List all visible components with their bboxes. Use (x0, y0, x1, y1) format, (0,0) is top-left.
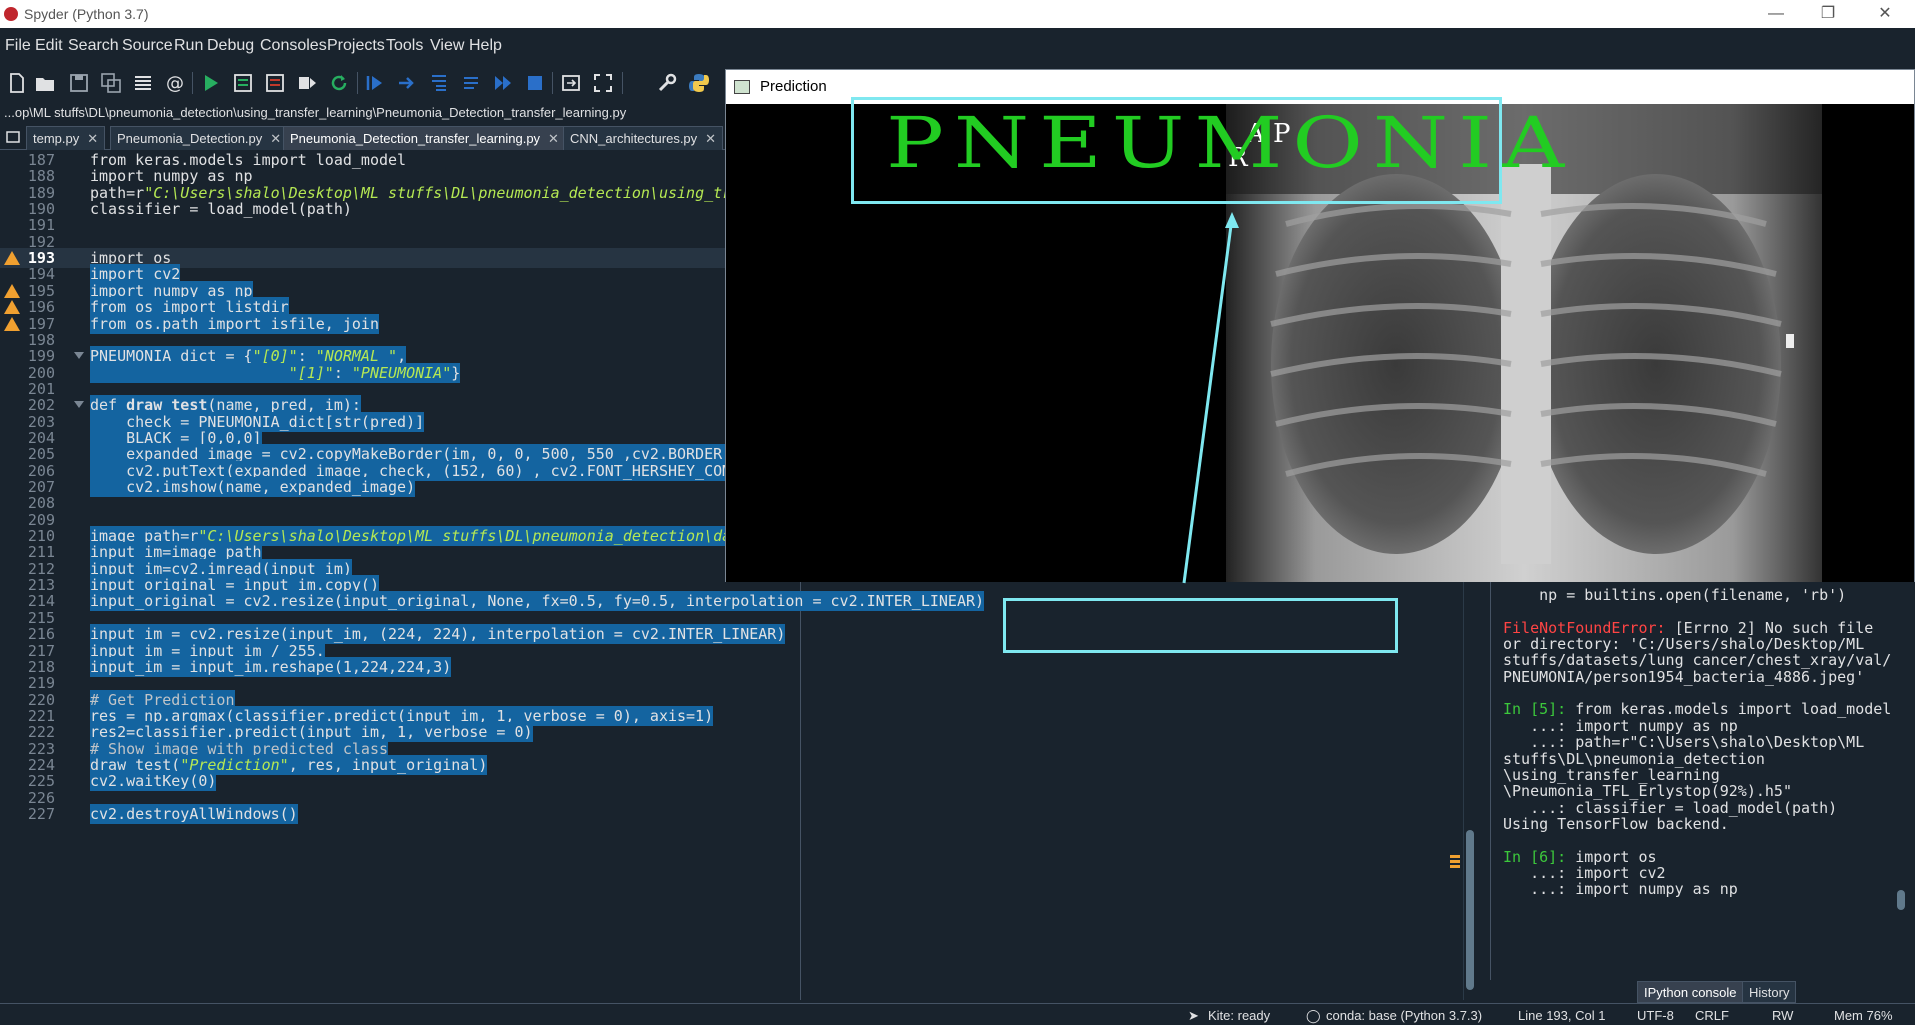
menu-search[interactable]: Search (68, 37, 119, 55)
maximize-pane-icon[interactable] (560, 72, 582, 94)
step-icon[interactable] (396, 72, 418, 94)
tab-label: Pneumonia_Detection.py (117, 131, 263, 146)
window-title: Spyder (Python 3.7) (24, 6, 149, 22)
fold-arrow-icon[interactable] (74, 401, 84, 409)
window-titlebar: Spyder (Python 3.7) — ❐ ✕ (0, 0, 1915, 28)
console-text: np = builtins.open(filename, 'rb') (1503, 586, 1847, 604)
ipython-console[interactable]: np = builtins.open(filename, 'rb') FileNo… (1490, 580, 1915, 980)
annotation-box-label (851, 97, 1502, 204)
tab-history[interactable]: History (1742, 981, 1797, 1003)
code-line[interactable]: 227 cv2.destroyAllWindows() (0, 804, 1460, 824)
run-cell-advance-icon[interactable] (264, 72, 286, 94)
editor-tab-bar: temp.py ✕ Pneumonia_Detection.py ✕ Pneumon… (0, 124, 725, 150)
file-encoding: UTF-8 (1637, 1008, 1674, 1023)
fullscreen-icon[interactable] (592, 72, 614, 94)
prediction-window-title: Prediction (760, 78, 827, 95)
toolbar-separator (552, 72, 553, 94)
tab-label: temp.py (33, 131, 80, 146)
code-token: cv2.destroyAllWindows() (90, 805, 298, 823)
annotation-box-filename (1003, 598, 1398, 653)
restore-icon[interactable]: ❐ (1805, 2, 1851, 26)
file-permissions: RW (1772, 1008, 1794, 1023)
toolbar-separator (622, 72, 623, 94)
menu-tools[interactable]: Tools (386, 37, 423, 55)
minimize-icon[interactable]: — (1753, 2, 1799, 26)
menu-bar: File Edit Search Source Run Debug Consol… (0, 28, 1915, 64)
status-bar: ➤ Kite: ready ◯ conda: base (Python 3.7.… (0, 1003, 1915, 1025)
menu-projects[interactable]: Projects (327, 37, 385, 55)
svg-text:@: @ (166, 73, 184, 94)
save-all-icon[interactable] (100, 72, 122, 94)
open-file-icon[interactable] (34, 72, 56, 94)
menu-file[interactable]: File (5, 37, 31, 55)
tab-ipython-console[interactable]: IPython console (1637, 981, 1744, 1003)
preferences-wrench-icon[interactable] (656, 72, 678, 94)
memory-usage: Mem 76% (1834, 1008, 1893, 1023)
console-line: PNEUMONIA/person1954_bacteria_4886.jpeg' (1503, 667, 1864, 687)
conda-icon: ◯ (1306, 1008, 1321, 1023)
stop-debug-icon[interactable] (524, 72, 546, 94)
at-icon[interactable]: @ (164, 72, 186, 94)
new-file-icon[interactable] (6, 72, 28, 94)
toolbar-separator (357, 72, 358, 94)
close-tab-icon[interactable]: ✕ (270, 131, 281, 146)
scrollbar-warning-marks (1450, 855, 1460, 870)
step-return-icon[interactable] (460, 72, 482, 94)
window-icon (734, 80, 750, 94)
console-scrollbar[interactable] (1895, 580, 1907, 980)
line-endings: CRLF (1695, 1008, 1729, 1023)
console-text: PNEUMONIA/person1954_bacteria_4886.jpeg' (1503, 667, 1865, 686)
console-line: Using TensorFlow backend. (1503, 814, 1729, 834)
close-icon[interactable]: ✕ (1862, 2, 1908, 26)
list-icon[interactable] (132, 72, 154, 94)
browse-tabs-icon[interactable] (6, 131, 20, 143)
tab-pneumonia-detection[interactable]: Pneumonia_Detection.py ✕ (110, 126, 289, 150)
conda-env: conda: base (Python 3.7.3) (1326, 1008, 1483, 1023)
menu-help[interactable]: Help (469, 37, 502, 55)
close-tab-icon[interactable]: ✕ (705, 131, 716, 146)
tab-pneumonia-detection-transfer-learning[interactable]: Pneumonia_Detection_transfer_learning.py… (283, 126, 566, 150)
scrollbar-thumb[interactable] (1897, 890, 1905, 910)
console-line: np = builtins.open(filename, 'rb') (1503, 585, 1846, 605)
tab-cnn-architectures[interactable]: CNN_architectures.py ✕ (563, 126, 724, 150)
close-tab-icon[interactable]: ✕ (87, 131, 98, 146)
close-tab-icon[interactable]: ✕ (548, 131, 559, 146)
run-selection-icon[interactable] (296, 72, 318, 94)
python-path-icon[interactable] (688, 72, 710, 94)
save-icon[interactable] (68, 72, 90, 94)
cursor-position: Line 193, Col 1 (1518, 1008, 1606, 1023)
kite-status: Kite: ready (1208, 1008, 1271, 1023)
toolbar-separator (192, 72, 193, 94)
menu-run[interactable]: Run (174, 37, 203, 55)
menu-source[interactable]: Source (122, 37, 173, 55)
rerun-icon[interactable] (328, 72, 350, 94)
scrollbar-thumb[interactable] (1466, 830, 1474, 990)
debug-icon[interactable] (364, 72, 386, 94)
run-cell-icon[interactable] (232, 72, 254, 94)
menu-view[interactable]: View (430, 37, 464, 55)
menu-edit[interactable]: Edit (35, 37, 63, 55)
console-text: ...: import numpy as np (1503, 880, 1738, 899)
kite-status-icon: ➤ (1188, 1008, 1199, 1023)
tab-label: Pneumonia_Detection_transfer_learning.py (290, 131, 541, 146)
menu-consoles[interactable]: Consoles (260, 37, 327, 55)
line-number: 227 (27, 805, 55, 823)
continue-icon[interactable] (492, 72, 514, 94)
tab-temp[interactable]: temp.py ✕ (26, 126, 106, 150)
menu-debug[interactable]: Debug (207, 37, 254, 55)
console-text: Using TensorFlow backend. (1503, 814, 1729, 833)
fold-arrow-icon[interactable] (74, 352, 84, 360)
step-into-icon[interactable] (428, 72, 450, 94)
code-text: cv2.destroyAllWindows() (90, 804, 298, 824)
spyder-icon (4, 7, 18, 21)
tab-label: CNN_architectures.py (570, 131, 698, 146)
console-line: ...: import numpy as np (1503, 879, 1738, 899)
run-icon[interactable] (200, 72, 222, 94)
